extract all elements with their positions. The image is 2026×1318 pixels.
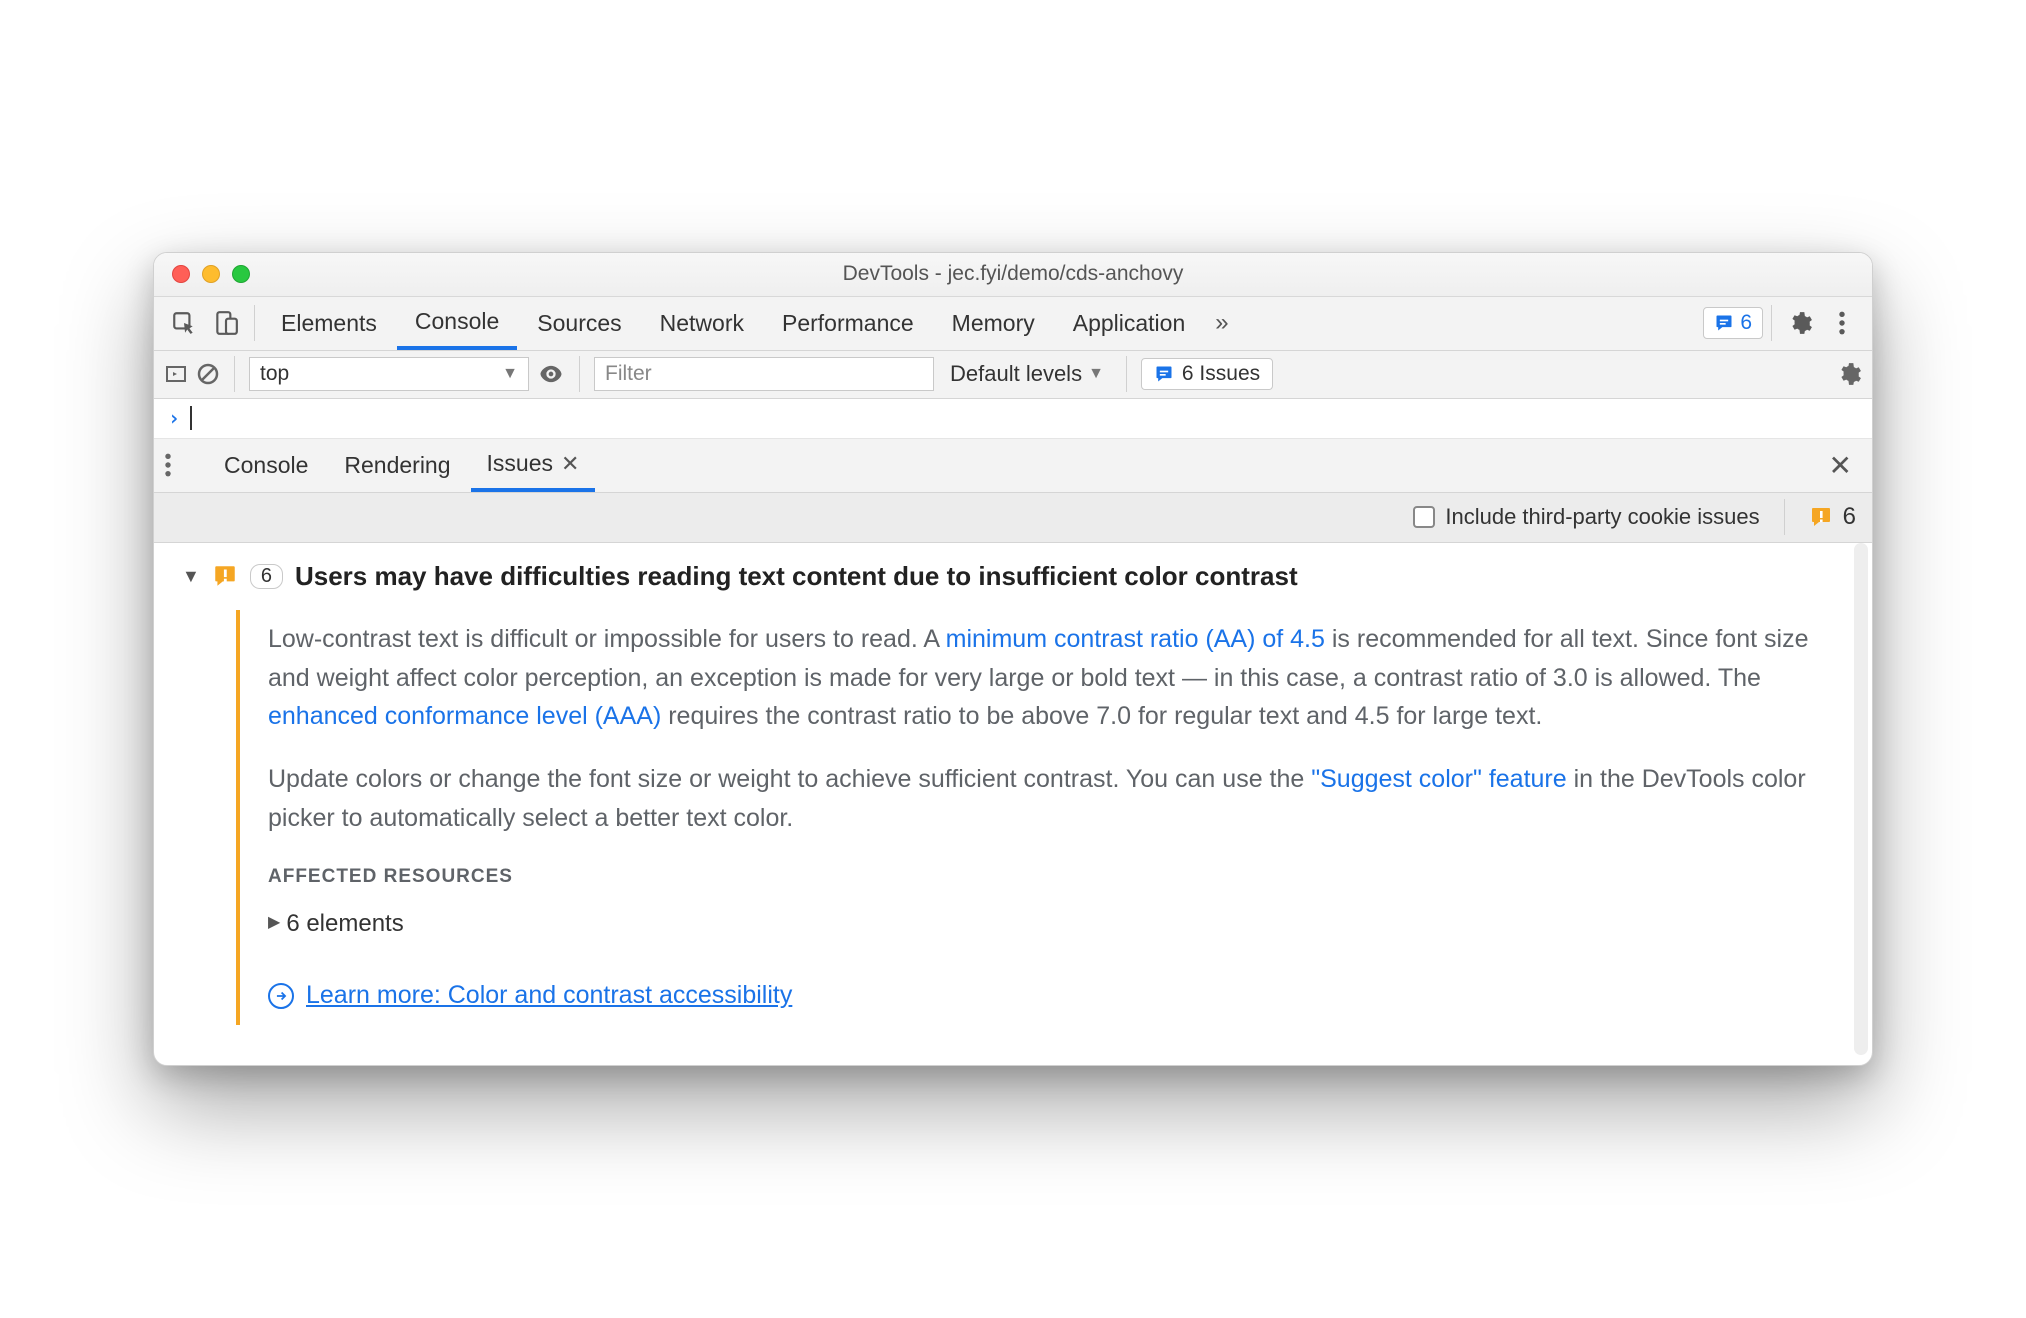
expand-triangle-icon: ▶: [268, 911, 280, 936]
more-menu-icon[interactable]: [1822, 303, 1862, 343]
drawer-tab-rendering[interactable]: Rendering: [328, 439, 466, 492]
issue-paragraph-2: Update colors or change the font size or…: [268, 760, 1824, 838]
divider: [579, 356, 580, 392]
console-issues-label: 6 Issues: [1182, 362, 1260, 386]
issue-header[interactable]: ▼ 6 Users may have difficulties reading …: [182, 561, 1844, 592]
drawer-tab-console[interactable]: Console: [208, 439, 324, 492]
tab-application[interactable]: Application: [1055, 297, 1204, 350]
issue-count-pill: 6: [250, 564, 283, 589]
warning-bubble-icon: [212, 563, 238, 589]
main-tab-strip: Elements Console Sources Network Perform…: [154, 297, 1872, 351]
tab-memory[interactable]: Memory: [934, 297, 1053, 350]
issues-options-bar: Include third-party cookie issues 6: [154, 493, 1872, 543]
external-link-icon: [268, 983, 294, 1009]
issues-panel: ▼ 6 Users may have difficulties reading …: [154, 543, 1872, 1065]
execution-context-value: top: [260, 362, 289, 386]
clear-console-icon[interactable]: [196, 362, 220, 386]
filter-placeholder-text: Filter: [605, 362, 652, 386]
divider: [234, 356, 235, 392]
checkbox-icon: [1413, 506, 1435, 528]
divider: [254, 305, 255, 341]
log-levels-label: Default levels: [950, 361, 1082, 387]
window-title: DevTools - jec.fyi/demo/cds-anchovy: [154, 262, 1872, 286]
issue-title: Users may have difficulties reading text…: [295, 561, 1298, 592]
affected-elements-text: 6 elements: [286, 905, 403, 942]
inspect-element-icon[interactable]: [164, 303, 204, 343]
expand-triangle-icon[interactable]: ▼: [182, 566, 200, 587]
issue-paragraph-1: Low-contrast text is difficult or imposs…: [268, 620, 1824, 736]
tab-elements[interactable]: Elements: [263, 297, 395, 350]
learn-more-link[interactable]: Learn more: Color and contrast accessibi…: [306, 976, 792, 1015]
execution-context-select[interactable]: top ▼: [249, 357, 529, 391]
drawer-tab-issues[interactable]: Issues ✕: [471, 439, 596, 492]
third-party-cookies-checkbox[interactable]: Include third-party cookie issues: [1413, 504, 1759, 530]
console-issues-chip[interactable]: 6 Issues: [1141, 358, 1273, 390]
devtools-window: DevTools - jec.fyi/demo/cds-anchovy Elem…: [153, 252, 1873, 1066]
divider: [1784, 499, 1785, 535]
minimize-window-button[interactable]: [202, 265, 220, 283]
issue-body: Low-contrast text is difficult or imposs…: [236, 610, 1844, 1025]
maximize-window-button[interactable]: [232, 265, 250, 283]
divider: [1771, 305, 1772, 341]
message-icon: [1714, 313, 1734, 333]
tab-console[interactable]: Console: [397, 297, 517, 350]
warning-bubble-icon: [1809, 505, 1833, 529]
issues-counter-value: 6: [1740, 311, 1752, 335]
window-titlebar: DevTools - jec.fyi/demo/cds-anchovy: [154, 253, 1872, 297]
link-aaa-contrast[interactable]: enhanced conformance level (AAA): [268, 702, 661, 730]
tab-sources[interactable]: Sources: [519, 297, 639, 350]
chevron-down-icon: ▼: [502, 365, 518, 383]
tab-performance[interactable]: Performance: [764, 297, 932, 350]
close-drawer-icon[interactable]: ✕: [1819, 449, 1862, 482]
traffic-lights: [172, 265, 250, 283]
console-filter-input[interactable]: Filter: [594, 357, 934, 391]
prompt-caret-icon: ›: [168, 406, 180, 430]
live-expression-icon[interactable]: [537, 360, 565, 388]
message-icon: [1154, 364, 1174, 384]
link-suggest-color[interactable]: "Suggest color" feature: [1311, 765, 1566, 793]
settings-icon[interactable]: [1780, 303, 1820, 343]
console-toolbar: top ▼ Filter Default levels ▼ 6 Issues: [154, 351, 1872, 399]
device-toolbar-icon[interactable]: [206, 303, 246, 343]
total-issues-count: 6: [1843, 503, 1856, 531]
drawer-tab-issues-label: Issues: [487, 450, 553, 477]
issues-counter-chip[interactable]: 6: [1703, 307, 1763, 339]
divider: [1126, 356, 1127, 392]
affected-elements-row[interactable]: ▶ 6 elements: [268, 905, 1824, 942]
toggle-sidebar-icon[interactable]: [164, 362, 188, 386]
close-window-button[interactable]: [172, 265, 190, 283]
drawer-menu-icon[interactable]: [164, 452, 204, 478]
third-party-cookies-label: Include third-party cookie issues: [1445, 504, 1759, 530]
more-tabs-icon[interactable]: »: [1205, 309, 1238, 337]
text-cursor: [190, 406, 192, 430]
total-issues-indicator[interactable]: 6: [1809, 503, 1856, 531]
scrollbar[interactable]: [1854, 543, 1868, 1055]
link-aa-contrast[interactable]: minimum contrast ratio (AA) of 4.5: [946, 625, 1325, 653]
affected-resources-label: AFFECTED RESOURCES: [268, 862, 1824, 891]
log-levels-select[interactable]: Default levels ▼: [942, 361, 1112, 387]
learn-more-row: Learn more: Color and contrast accessibi…: [268, 976, 1824, 1015]
chevron-down-icon: ▼: [1088, 365, 1104, 383]
console-settings-icon[interactable]: [1836, 361, 1862, 387]
drawer-tab-strip: Console Rendering Issues ✕ ✕: [154, 439, 1872, 493]
console-prompt[interactable]: ›: [154, 399, 1872, 439]
tab-network[interactable]: Network: [642, 297, 762, 350]
close-tab-icon[interactable]: ✕: [561, 451, 579, 477]
